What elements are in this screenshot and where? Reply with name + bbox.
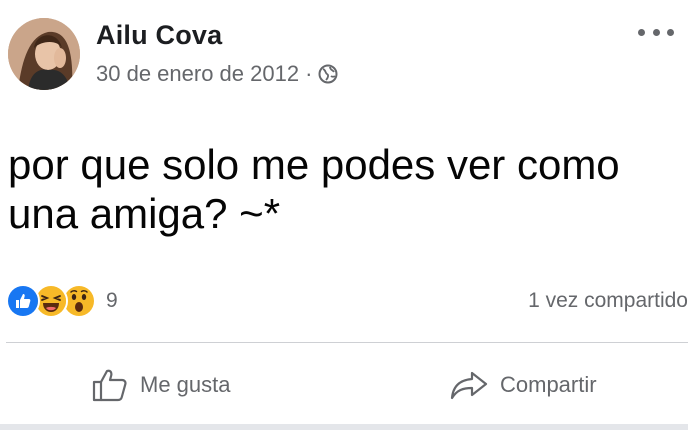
post-text-line: una amiga? ~* xyxy=(8,190,281,237)
reaction-count: 9 xyxy=(106,289,118,312)
share-count[interactable]: 1 vez compartido xyxy=(528,289,688,313)
globe-icon xyxy=(318,64,338,84)
avatar[interactable] xyxy=(8,18,80,90)
post-meta: 30 de enero de 2012 · xyxy=(96,61,338,87)
post-date[interactable]: 30 de enero de 2012 xyxy=(96,61,299,87)
divider xyxy=(6,342,688,343)
reactions-summary[interactable]: 9 xyxy=(6,284,118,318)
more-options-icon[interactable] xyxy=(638,22,674,42)
meta-separator: · xyxy=(305,61,313,86)
like-button[interactable]: Me gusta xyxy=(92,362,231,408)
bottom-separator xyxy=(0,424,688,430)
like-icon xyxy=(6,284,40,318)
share-button[interactable]: Compartir xyxy=(450,362,597,408)
post-text: por que solo me podes ver como una amiga… xyxy=(8,140,668,238)
share-button-label: Compartir xyxy=(500,372,597,397)
like-button-label: Me gusta xyxy=(140,372,231,397)
thumbs-up-icon xyxy=(92,369,127,402)
author-name[interactable]: Ailu Cova xyxy=(96,20,222,51)
post-text-line: por que solo me podes ver como xyxy=(8,141,620,188)
share-arrow-icon xyxy=(450,371,488,400)
avatar-image xyxy=(8,18,80,90)
